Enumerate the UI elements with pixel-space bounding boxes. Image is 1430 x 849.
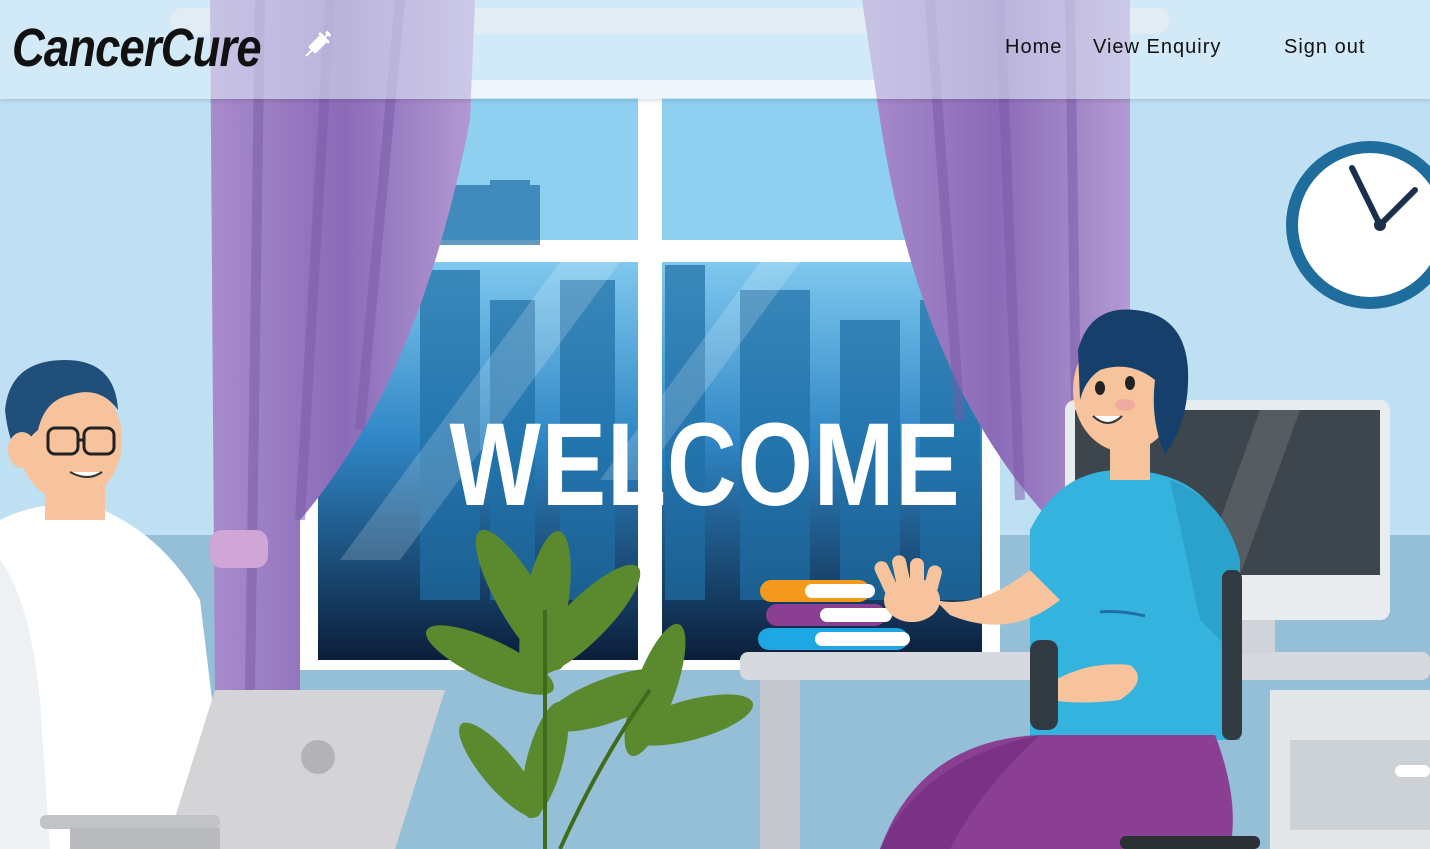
top-navbar: CancerCure Home View Enquiry Sign out [0,0,1430,99]
nav-view-enquiry-link[interactable]: View Enquiry [1093,36,1221,59]
nav-links: Home View Enquiry Sign out [0,36,1430,62]
nav-home-link[interactable]: Home [1005,36,1062,59]
hero-heading: WELCOME [449,399,961,532]
nav-sign-out-link[interactable]: Sign out [1284,36,1365,59]
